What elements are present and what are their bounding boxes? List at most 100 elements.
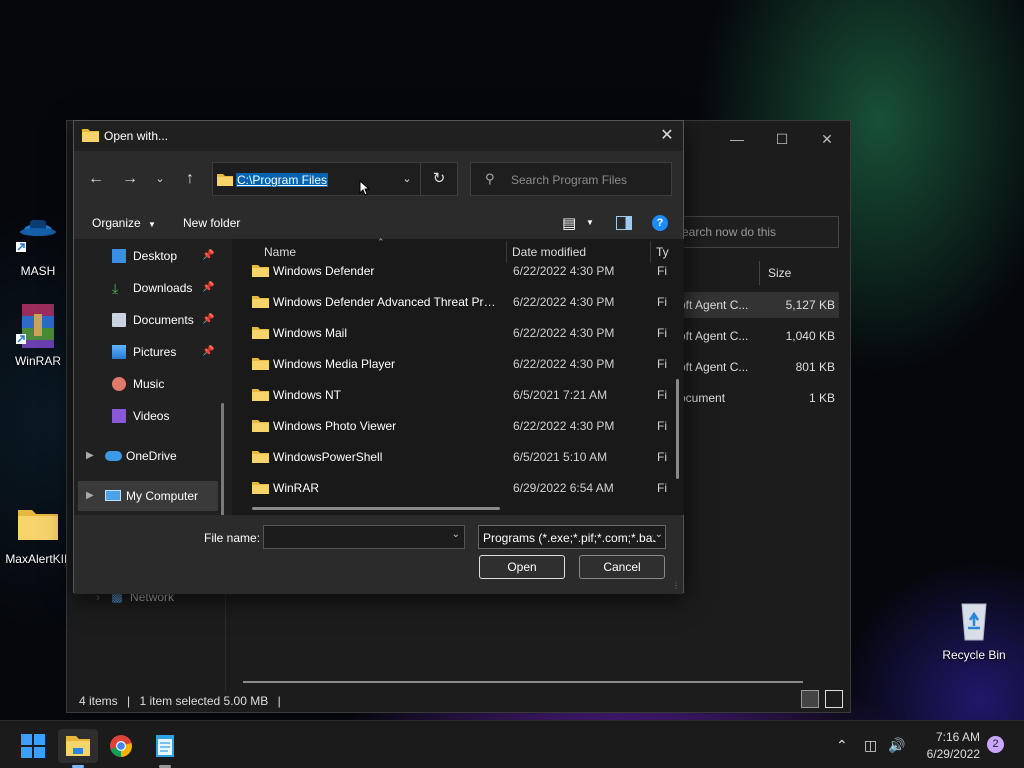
onedrive-icon [105,451,122,461]
search-input[interactable]: ⚲ Search Program Files [470,162,672,196]
file-row[interactable]: Windows Mail 6/22/2022 4:30 PM Fi [232,317,684,348]
cancel-button[interactable]: Cancel [579,555,665,579]
recent-locations-button[interactable]: ⌄ [148,167,172,191]
pin-icon: 📌 [202,250,215,261]
volume-icon[interactable]: 🔊 [888,721,905,768]
notepad-icon [156,735,174,757]
file-type-value: Programs (*.exe;*.pif;*.com;*.bat [483,531,656,545]
file-name: WinRAR [273,481,320,495]
clock-date: 6/29/2022 [926,747,980,761]
nav-item-onedrive[interactable]: ▶ OneDrive [74,441,224,471]
open-button[interactable]: Open [479,555,565,579]
file-name: Windows Mail [273,326,348,340]
organize-button[interactable]: Organize ▼ [92,216,156,230]
downloads-icon: ⤓ [112,280,119,296]
view-options-icon[interactable]: ▤ [562,214,576,232]
taskbar-file-explorer[interactable] [58,729,98,768]
file-type: Fi [657,481,667,495]
nav-item-music[interactable]: Music [74,369,224,399]
network-status-icon[interactable]: ◫ [864,721,877,768]
horizontal-scrollbar[interactable] [243,681,803,683]
file-row[interactable]: WinRAR 6/29/2022 6:54 AM Fi [232,472,684,503]
taskbar: ⌃ ◫ 🔊 7:16 AM 6/29/2022 2 [0,720,1024,768]
horizontal-scrollbar[interactable] [252,507,500,510]
organize-label: Organize [92,216,141,230]
file-name: Windows Media Player [273,357,396,371]
clock[interactable]: 7:16 AM 6/29/2022 [920,721,980,768]
nav-item-downloads[interactable]: ⤓ Downloads 📌 [74,273,224,303]
file-row[interactable]: Windows Defender Advanced Threat Prot...… [232,286,684,317]
nav-item-videos[interactable]: Videos [74,401,224,431]
show-hidden-icons-button[interactable]: ⌃ [836,721,848,768]
nav-item-documents[interactable]: Documents 📌 [74,305,224,335]
item-size: 5,127 KB [785,298,835,312]
file-type-select[interactable]: Programs (*.exe;*.pif;*.com;*.bat ⌄ [478,525,666,549]
nav-item-desktop[interactable]: Desktop 📌 [74,241,224,271]
preview-pane-icon[interactable] [616,216,632,230]
file-name: Windows Photo Viewer [273,419,397,433]
chevron-down-icon[interactable]: ▼ [586,218,594,227]
close-button[interactable]: ✕ [655,124,679,148]
dialog-titlebar[interactable]: Open with... ✕ [74,121,683,151]
desktop-icon-winrar[interactable]: WinRAR [0,302,76,368]
taskbar-notepad[interactable] [148,729,182,768]
item-type: ocument [679,391,726,405]
nav-label: OneDrive [126,449,177,463]
file-name: Windows NT [273,388,342,402]
minimize-button[interactable]: — [717,127,757,151]
resize-grip-icon[interactable]: ⋮ [672,581,680,590]
size-header-label: Size [768,266,792,280]
nav-label: Documents [133,313,194,327]
size-column-header[interactable]: Size [759,261,837,285]
notification-badge[interactable]: 2 [987,736,1004,753]
videos-icon [112,409,126,423]
start-button[interactable] [16,729,50,763]
up-button[interactable]: ↑ [178,167,202,191]
close-button[interactable]: ✕ [807,127,847,151]
details-view-icon[interactable] [801,690,819,708]
file-type: Fi [657,326,667,340]
folder-icon [252,265,269,277]
file-row[interactable]: Windows Defender 6/22/2022 4:30 PM Fi [232,255,684,286]
file-type: Fi [657,388,667,402]
chevron-down-icon[interactable]: ⌄ [452,529,460,540]
file-type: Fi [657,450,667,464]
list-item[interactable]: oft Agent C... 801 KB [679,354,839,380]
address-value[interactable]: C:\Program Files [236,173,329,187]
back-button[interactable]: ← [84,167,108,191]
list-item[interactable]: oft Agent C... 5,127 KB [679,292,839,318]
status-selection: 1 item selected 5.00 MB [139,694,269,708]
file-name-input[interactable]: ⌄ [263,525,465,549]
open-with-dialog[interactable]: Open with... ✕ ← → ⌄ ↑ C:\Program Files … [73,120,684,594]
desktop-icon-maxalertkil[interactable]: MaxAlertKIL [0,500,76,566]
forward-button[interactable]: → [118,167,142,191]
desktop-icon-label: Recycle Bin [942,648,1006,662]
file-row[interactable]: Windows Media Player 6/22/2022 4:30 PM Fi [232,348,684,379]
file-row[interactable]: Windows NT 6/5/2021 7:21 AM Fi [232,379,684,410]
nav-item-my-computer[interactable]: ▶ My Computer [78,481,218,511]
file-row[interactable]: WindowsPowerShell 6/5/2021 5:10 AM Fi [232,441,684,472]
list-item[interactable]: oft Agent C... 1,040 KB [679,323,839,349]
pin-icon: 📌 [202,346,215,357]
desktop-icon-mash[interactable]: MASH [0,212,76,278]
file-date: 6/22/2022 4:30 PM [513,326,615,340]
list-item[interactable]: ocument 1 KB [679,385,839,411]
new-folder-button[interactable]: New folder [183,216,240,230]
sort-ascending-icon: ⌃ [377,237,385,247]
nav-item-pictures[interactable]: Pictures 📌 [74,337,224,367]
vertical-scrollbar[interactable] [676,379,679,479]
dialog-footer: File name: ⌄ Programs (*.exe;*.pif;*.com… [74,515,683,594]
refresh-button[interactable]: ↻ [420,162,458,196]
documents-icon [112,313,126,327]
tiles-view-icon[interactable] [825,690,843,708]
notification-count: 2 [992,738,999,750]
chevron-right-icon: ▶ [86,450,94,461]
desktop-icon-label: WinRAR [14,354,61,368]
maximize-button[interactable]: ☐ [762,127,802,151]
nav-label: Music [133,377,165,391]
desktop-icon-recycle-bin[interactable]: Recycle Bin [936,596,1012,662]
search-input[interactable]: earch now do this [675,216,839,248]
help-icon[interactable]: ? [652,215,668,231]
file-row[interactable]: Windows Photo Viewer 6/22/2022 4:30 PM Fi [232,410,684,441]
taskbar-chrome[interactable] [104,729,138,763]
